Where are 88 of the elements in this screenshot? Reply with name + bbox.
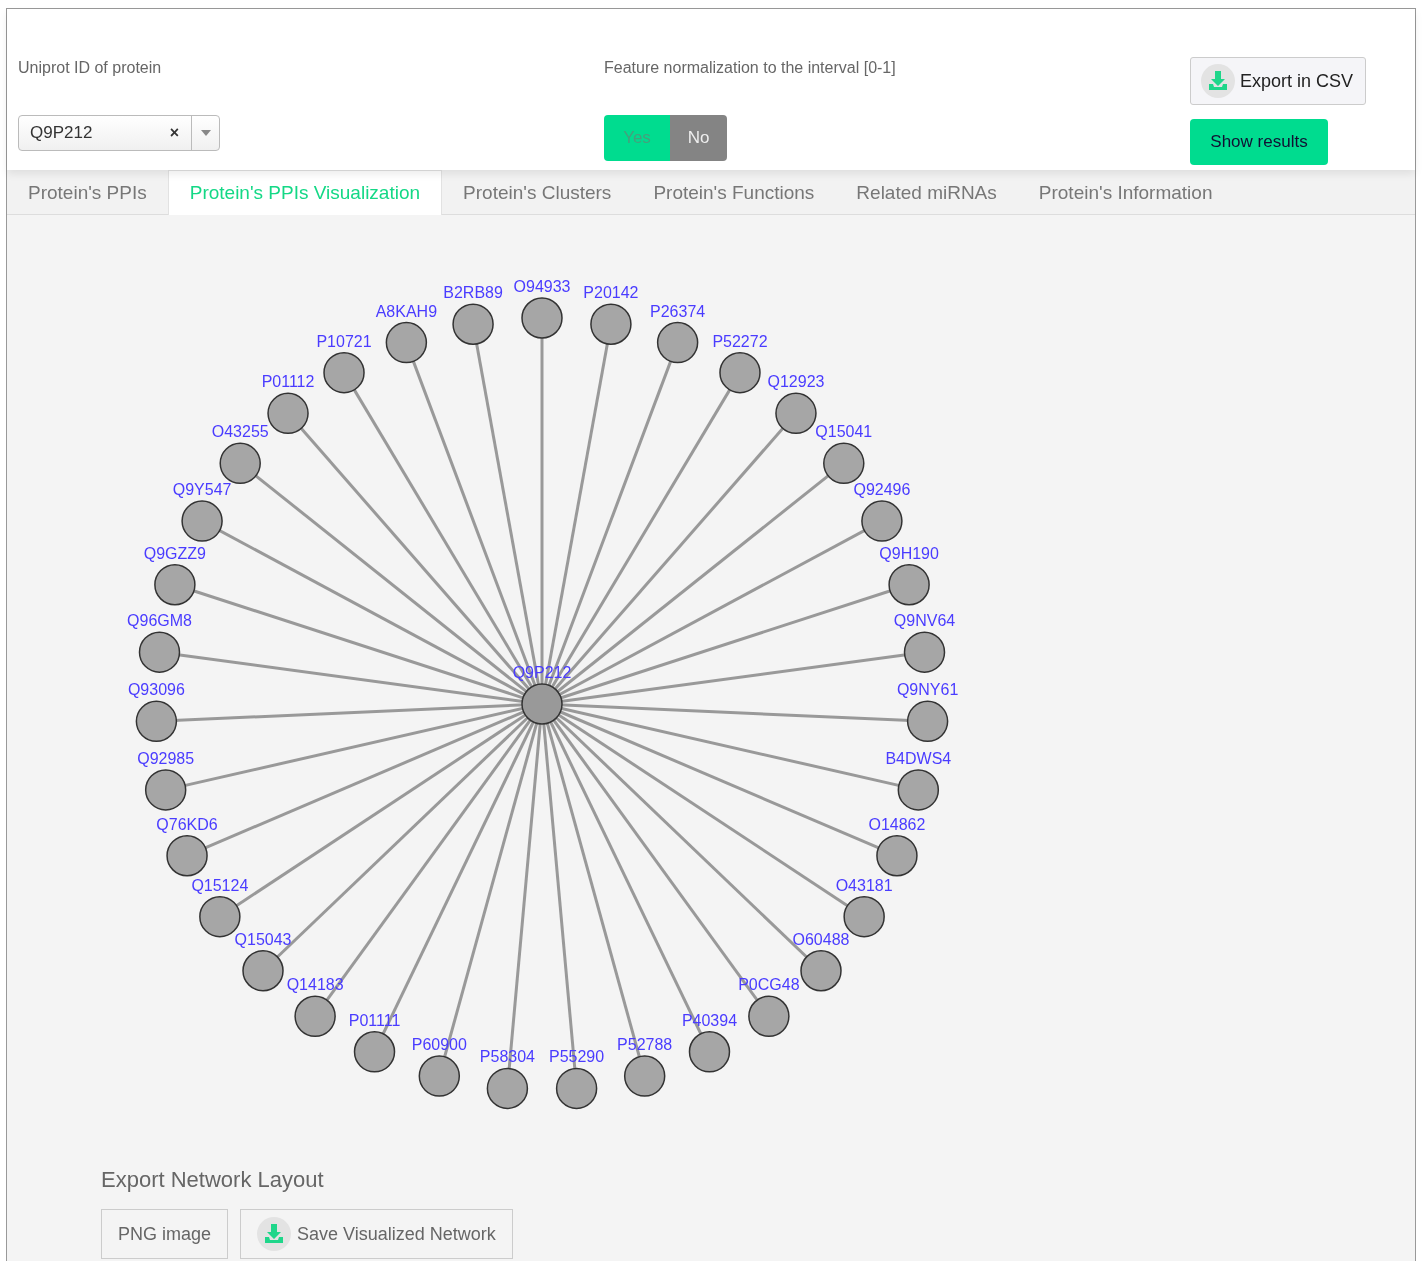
section-title: Export Network Layout bbox=[101, 1167, 325, 1193]
node-circle[interactable] bbox=[623, 1055, 666, 1097]
node-circle[interactable] bbox=[294, 995, 336, 1038]
node-circle[interactable] bbox=[775, 392, 817, 435]
tab[interactable]: Protein's PPIs bbox=[7, 170, 168, 215]
node-circle[interactable] bbox=[166, 834, 208, 877]
node-label: O60488 bbox=[792, 930, 850, 948]
node-label: P26374 bbox=[650, 302, 706, 320]
node-label: P20142 bbox=[583, 284, 639, 302]
node-circle[interactable] bbox=[748, 995, 790, 1038]
node-label: P58304 bbox=[479, 1048, 535, 1066]
node-label: P52788 bbox=[617, 1036, 673, 1054]
node-label: Q9Y547 bbox=[172, 481, 232, 499]
node-circle[interactable] bbox=[861, 500, 903, 542]
field-label: Uniprot ID of protein bbox=[18, 59, 163, 77]
download-icon bbox=[1201, 64, 1235, 98]
node-circle[interactable] bbox=[418, 1055, 461, 1097]
node-label: Q15041 bbox=[815, 423, 873, 441]
node-label: P52272 bbox=[712, 332, 768, 350]
node-label: P01112 bbox=[261, 373, 315, 391]
node-label: Q92985 bbox=[137, 749, 195, 767]
node-circle[interactable] bbox=[823, 442, 865, 485]
node-circle[interactable] bbox=[135, 700, 178, 743]
node-label: O94933 bbox=[513, 278, 571, 295]
node-label: Q12923 bbox=[767, 373, 825, 391]
node-circle[interactable] bbox=[154, 563, 196, 606]
tab[interactable]: Protein's Information bbox=[1017, 170, 1234, 215]
node-label: O14862 bbox=[868, 815, 926, 833]
tab[interactable]: Related miRNAs bbox=[835, 170, 1018, 215]
node-label: O43255 bbox=[211, 423, 269, 441]
node-label: A8KAH9 bbox=[375, 302, 438, 320]
node-circle[interactable] bbox=[138, 631, 181, 673]
field-label: Feature normalization to the interval [0-1] bbox=[604, 59, 897, 77]
node-circle[interactable] bbox=[656, 321, 699, 364]
node-label: Q9P212 bbox=[512, 664, 572, 681]
node-circle[interactable] bbox=[897, 769, 940, 811]
node-label: P10721 bbox=[316, 332, 372, 350]
node-circle[interactable] bbox=[242, 950, 284, 992]
node-circle[interactable] bbox=[521, 683, 563, 725]
show-results-button[interactable]: Show results bbox=[1190, 119, 1328, 165]
node-circle[interactable] bbox=[590, 303, 632, 345]
node-circle[interactable] bbox=[906, 700, 949, 743]
node-circle[interactable] bbox=[267, 392, 309, 435]
tab[interactable]: Protein's Functions bbox=[632, 170, 836, 215]
node-label: P01111 bbox=[348, 1011, 401, 1029]
node-circle[interactable] bbox=[555, 1067, 598, 1110]
node-label: Q15043 bbox=[234, 930, 292, 948]
node-label: O43181 bbox=[835, 876, 893, 894]
node-circle[interactable] bbox=[688, 1031, 731, 1073]
export-option-button[interactable]: Save Visualized Network bbox=[240, 1209, 513, 1259]
node-circle[interactable] bbox=[800, 950, 842, 992]
node-circle[interactable] bbox=[353, 1031, 396, 1073]
node-label: Q93096 bbox=[127, 681, 185, 699]
node-label: Q9NV64 bbox=[893, 612, 956, 630]
node-circle[interactable] bbox=[219, 442, 261, 485]
node-label: B2RB89 bbox=[443, 284, 503, 302]
download-icon bbox=[257, 1217, 292, 1251]
node-label: Q92496 bbox=[853, 481, 911, 499]
node-label: Q76KD6 bbox=[156, 815, 218, 833]
toggle-option[interactable]: No bbox=[670, 115, 727, 161]
node-circle[interactable] bbox=[452, 303, 494, 345]
node-label: Q15124 bbox=[191, 876, 249, 894]
node-label: Q96GM8 bbox=[127, 612, 192, 630]
node-label: P55290 bbox=[549, 1048, 605, 1066]
node-label: Q9NY61 bbox=[896, 681, 959, 699]
tab[interactable]: Protein's Clusters bbox=[442, 170, 633, 215]
node-circle[interactable] bbox=[323, 351, 365, 394]
export-button[interactable]: Export in CSV bbox=[1190, 57, 1366, 105]
node-circle[interactable] bbox=[181, 500, 223, 542]
node-circle[interactable] bbox=[876, 834, 918, 877]
node-circle[interactable] bbox=[486, 1067, 529, 1110]
node-label: Q9GZZ9 bbox=[143, 544, 206, 562]
node-label: Q9H190 bbox=[879, 544, 939, 562]
node-label: P60900 bbox=[411, 1036, 467, 1054]
node-circle[interactable] bbox=[903, 631, 946, 673]
protein-select[interactable]: Q9P212 × bbox=[18, 115, 220, 151]
node-label: P40394 bbox=[681, 1011, 738, 1029]
node-circle[interactable] bbox=[521, 297, 563, 339]
node-circle[interactable] bbox=[888, 563, 930, 606]
node-label: P0CG48 bbox=[738, 976, 800, 994]
node-circle[interactable] bbox=[385, 321, 428, 364]
export-option-button[interactable]: PNG image bbox=[101, 1209, 229, 1259]
clear-button[interactable]: × bbox=[157, 124, 191, 142]
node-label: Q14183 bbox=[286, 976, 344, 994]
caret-icon bbox=[200, 130, 211, 136]
node-circle[interactable] bbox=[719, 351, 761, 394]
node-label: B4DWS4 bbox=[885, 749, 952, 767]
node-circle[interactable] bbox=[144, 769, 187, 811]
